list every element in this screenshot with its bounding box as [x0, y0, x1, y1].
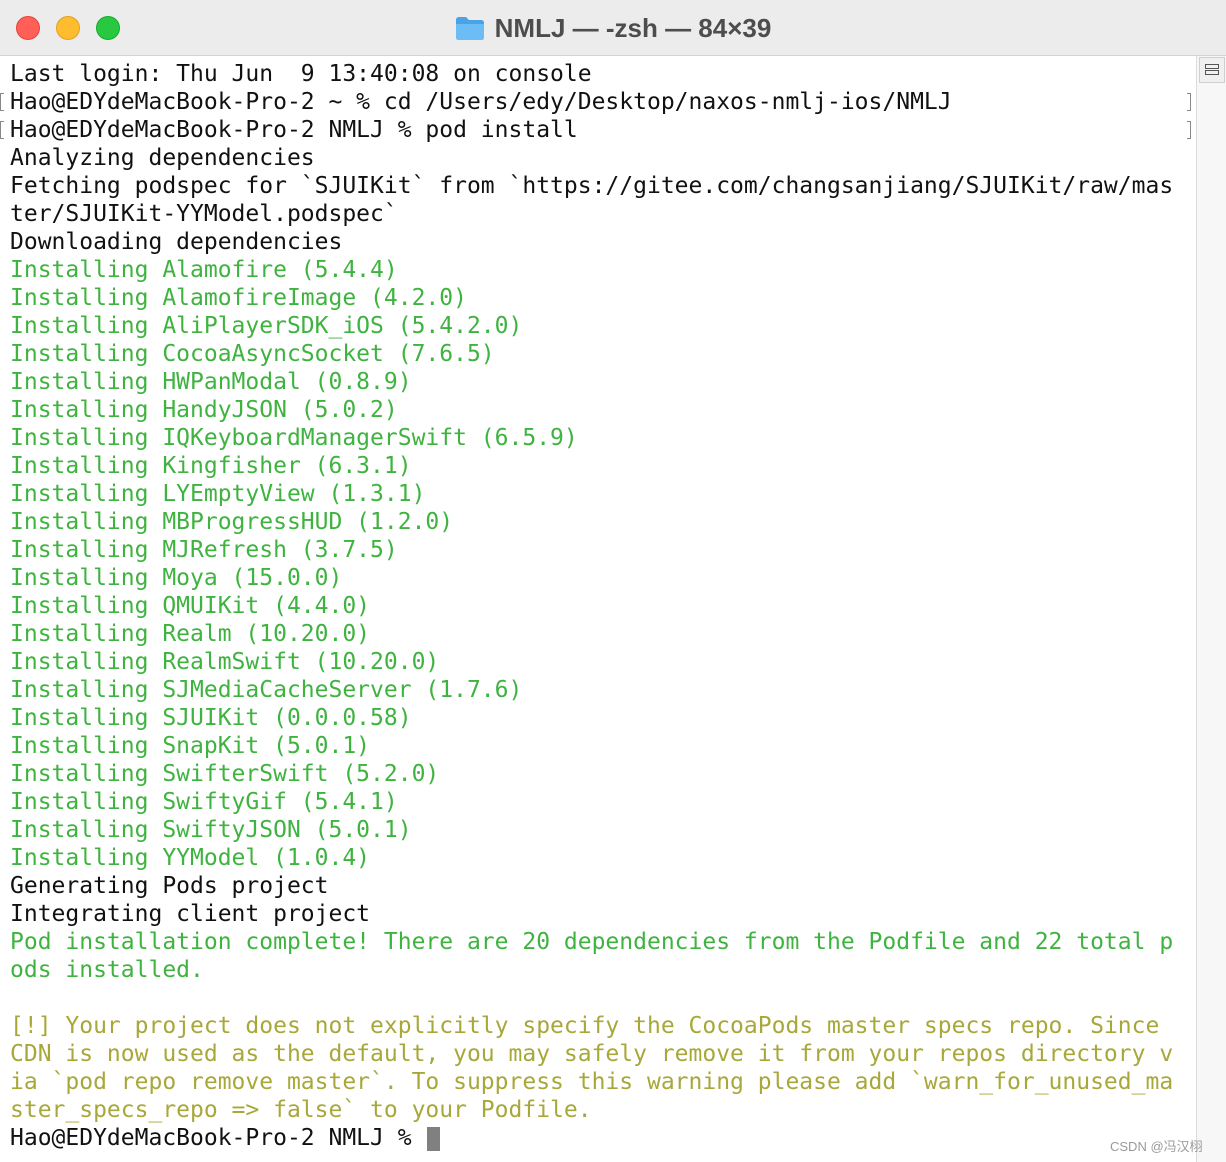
terminal-line: ter/SJUIKit-YYModel.podspec`	[10, 201, 398, 227]
terminal-output[interactable]: Last login: Thu Jun 9 13:40:08 on consol…	[0, 56, 1196, 1162]
terminal-line: Integrating client project	[10, 901, 371, 927]
terminal-line: Installing YYModel (1.0.4)	[10, 845, 371, 871]
terminal-line: Installing SwiftyJSON (5.0.1)	[10, 817, 412, 843]
command-mark-right	[1187, 121, 1191, 139]
output-lines: Last login: Thu Jun 9 13:40:08 on consol…	[10, 60, 1173, 1152]
text-cursor	[427, 1126, 441, 1151]
terminal-line: Generating Pods project	[10, 873, 329, 899]
terminal-line: Installing AlamofireImage (4.2.0)	[10, 285, 467, 311]
terminal-line: Installing Moya (15.0.0)	[10, 565, 343, 591]
prompt-text: Hao@EDYdeMacBook-Pro-2 NMLJ %	[10, 1125, 426, 1151]
window-title: NMLJ — -zsh — 84×39	[494, 12, 772, 43]
terminal-line: Installing MBProgressHUD (1.2.0)	[10, 509, 454, 535]
folder-icon	[455, 15, 485, 41]
terminal-line: ster_specs_repo => false` to your Podfil…	[10, 1097, 592, 1123]
terminal-line: Installing CocoaAsyncSocket (7.6.5)	[10, 341, 495, 367]
terminal-line: Installing AliPlayerSDK_iOS (5.4.2.0)	[10, 313, 523, 339]
terminal-line: Last login: Thu Jun 9 13:40:08 on consol…	[10, 61, 592, 87]
terminal-line: ia `pod repo remove master`. To suppress…	[10, 1069, 1174, 1095]
terminal-line: Installing SnapKit (5.0.1)	[10, 733, 371, 759]
terminal-line: [!] Your project does not explicitly spe…	[10, 1013, 1160, 1039]
terminal-line: CDN is now used as the default, you may …	[10, 1041, 1174, 1067]
terminal-line: Installing IQKeyboardManagerSwift (6.5.9…	[10, 425, 578, 451]
terminal-line: Installing SJUIKit (0.0.0.58)	[10, 705, 412, 731]
command-mark-left	[0, 121, 4, 139]
terminal-line: Installing Alamofire (5.4.4)	[10, 257, 398, 283]
title-bar[interactable]: NMLJ — -zsh — 84×39	[0, 0, 1226, 56]
terminal-line: Downloading dependencies	[10, 229, 343, 255]
terminal-line: Installing Kingfisher (6.3.1)	[10, 453, 412, 479]
terminal-line: Analyzing dependencies	[10, 145, 315, 171]
terminal-line: Installing SJMediaCacheServer (1.7.6)	[10, 677, 523, 703]
split-pane-icon[interactable]	[1199, 57, 1225, 83]
terminal-line: Installing QMUIKit (4.4.0)	[10, 593, 371, 619]
scrollbar[interactable]	[1196, 56, 1226, 1162]
terminal-line: Installing SwiftyGif (5.4.1)	[10, 789, 398, 815]
terminal-line: Installing HWPanModal (0.8.9)	[10, 369, 412, 395]
terminal-line: Installing HandyJSON (5.0.2)	[10, 397, 398, 423]
terminal-line: Installing SwifterSwift (5.2.0)	[10, 761, 440, 787]
command-mark-left	[0, 93, 4, 111]
terminal-line: Installing LYEmptyView (1.3.1)	[10, 481, 426, 507]
terminal-line: Installing RealmSwift (10.20.0)	[10, 649, 440, 675]
terminal-line: Pod installation complete! There are 20 …	[10, 929, 1174, 955]
terminal-line: ods installed.	[10, 957, 204, 983]
watermark: CSDN @冯汉栩	[1110, 1139, 1203, 1154]
prompt-line[interactable]: Hao@EDYdeMacBook-Pro-2 NMLJ %	[10, 1124, 1173, 1152]
title-group: NMLJ — -zsh — 84×39	[0, 0, 1226, 56]
command-mark-right	[1187, 93, 1191, 111]
terminal-line: Fetching podspec for `SJUIKit` from `htt…	[10, 173, 1174, 199]
terminal-window: NMLJ — -zsh — 84×39 Last login: Thu Jun …	[0, 0, 1226, 1162]
terminal-line: Hao@EDYdeMacBook-Pro-2 NMLJ % pod instal…	[10, 117, 578, 143]
terminal-line: Installing Realm (10.20.0)	[10, 621, 371, 647]
terminal-line: Installing MJRefresh (3.7.5)	[10, 537, 398, 563]
terminal-line: Hao@EDYdeMacBook-Pro-2 ~ % cd /Users/edy…	[10, 89, 952, 115]
